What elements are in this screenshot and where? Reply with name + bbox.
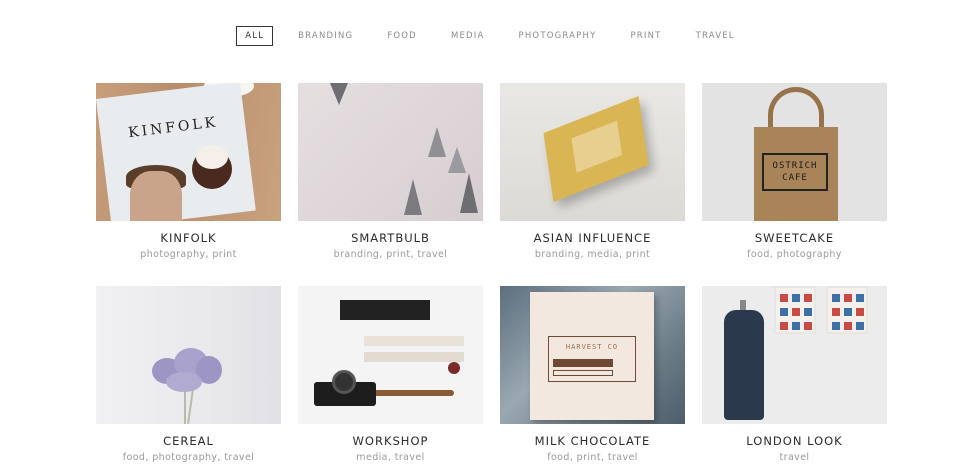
project-thumbnail[interactable]: HARVEST CO <box>500 286 685 424</box>
project-card-kinfolk[interactable]: KINFOLK KINFOLK photography, print <box>96 83 281 286</box>
project-tags: food, photography, travel <box>122 452 255 463</box>
camera-lens-shape <box>332 370 356 394</box>
project-thumbnail[interactable] <box>500 83 685 221</box>
filter-food[interactable]: FOOD <box>378 26 426 46</box>
project-thumbnail[interactable] <box>298 83 483 221</box>
bag-label-line2: CAFE <box>782 173 808 183</box>
paper-pyramid <box>460 173 478 213</box>
black-box-shape <box>340 300 430 320</box>
magazine-masthead: KINFOLK <box>127 114 219 142</box>
project-tags: branding, media, print <box>534 249 651 260</box>
poster-shape <box>826 286 868 334</box>
poster-shape <box>774 286 816 334</box>
project-title[interactable]: WORKSHOP <box>298 434 483 448</box>
portfolio-grid: KINFOLK KINFOLK photography, print SMART… <box>96 83 889 471</box>
paper-strip <box>364 352 464 362</box>
project-title[interactable]: LONDON LOOK <box>702 434 887 448</box>
packaging-card: HARVEST CO <box>530 292 654 420</box>
portfolio-filter-bar: ALL BRANDING FOOD MEDIA PHOTOGRAPHY PRIN… <box>0 26 980 46</box>
paper-pyramid <box>404 179 422 215</box>
project-tags: branding, print, travel <box>333 249 448 260</box>
project-card-london-look[interactable]: LONDON LOOK travel <box>702 286 887 471</box>
coat-shape <box>724 310 764 420</box>
wax-seal-shape <box>448 362 460 374</box>
paper-pyramid <box>428 127 446 157</box>
project-thumbnail[interactable]: KINFOLK <box>96 83 281 221</box>
flower-cluster <box>166 372 202 392</box>
camera-strap-shape <box>374 390 454 396</box>
face-shape <box>130 171 182 221</box>
project-card-asian-influence[interactable]: ASIAN INFLUENCE branding, media, print <box>500 83 685 286</box>
project-card-sweetcake[interactable]: OSTRICH CAFE SWEETCAKE food, photography <box>702 83 887 286</box>
project-title[interactable]: MILK CHOCOLATE <box>500 434 685 448</box>
project-title[interactable]: SWEETCAKE <box>702 231 887 245</box>
filter-print[interactable]: PRINT <box>621 26 670 46</box>
book-shape <box>543 96 649 202</box>
filter-travel[interactable]: TRAVEL <box>687 26 744 46</box>
project-thumbnail[interactable] <box>298 286 483 424</box>
filter-all[interactable]: ALL <box>236 26 274 46</box>
project-card-cereal[interactable]: CEREAL food, photography, travel <box>96 286 281 471</box>
paper-strip <box>364 336 464 346</box>
bag-label-line1: OSTRICH <box>772 161 818 171</box>
project-title[interactable]: SMARTBULB <box>298 231 483 245</box>
project-title[interactable]: CEREAL <box>96 434 281 448</box>
harvest-co-label: HARVEST CO <box>548 336 636 382</box>
filter-photography[interactable]: PHOTOGRAPHY <box>510 26 606 46</box>
filter-media[interactable]: MEDIA <box>442 26 494 46</box>
cream-shape <box>196 145 228 169</box>
filter-branding[interactable]: BRANDING <box>289 26 362 46</box>
paper-pyramid <box>330 83 348 105</box>
project-tags: food, print, travel <box>547 452 638 463</box>
project-thumbnail[interactable] <box>702 286 887 424</box>
project-tags: food, photography <box>747 249 842 260</box>
paper-pyramid <box>448 147 466 173</box>
harvest-co-text: HARVEST CO <box>565 343 619 351</box>
project-card-workshop[interactable]: WORKSHOP media, travel <box>298 286 483 471</box>
project-thumbnail[interactable] <box>96 286 281 424</box>
bag-label: OSTRICH CAFE <box>762 153 828 191</box>
project-title[interactable]: KINFOLK <box>96 231 281 245</box>
project-card-milk-chocolate[interactable]: HARVEST CO MILK CHOCOLATE food, print, t… <box>500 286 685 471</box>
project-tags: photography, print <box>140 249 237 260</box>
project-title[interactable]: ASIAN INFLUENCE <box>500 231 685 245</box>
project-thumbnail[interactable]: OSTRICH CAFE <box>702 83 887 221</box>
project-tags: media, travel <box>356 452 425 463</box>
project-tags: travel <box>779 452 810 463</box>
project-card-smartbulb[interactable]: SMARTBULB branding, print, travel <box>298 83 483 286</box>
